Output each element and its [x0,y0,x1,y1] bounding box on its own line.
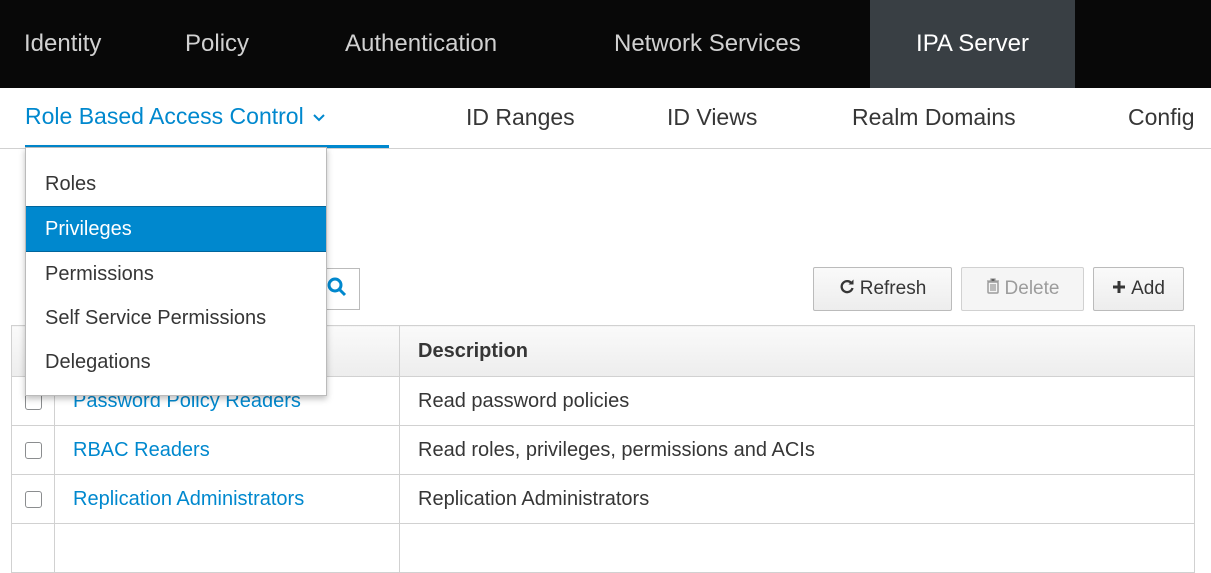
name-cell: RBAC Readers [54,425,400,475]
row-select-cell [11,474,55,524]
delete-button[interactable]: Delete [961,267,1084,311]
subnav-role-based-access-control[interactable]: Role Based Access Control [25,88,389,148]
rbac-dropdown-menu: Roles Privileges Permissions Self Servic… [25,147,327,396]
subnav-label: Role Based Access Control [25,103,304,129]
menu-item-privileges[interactable]: Privileges [26,206,326,252]
subnav-config[interactable]: Config [1128,88,1194,146]
menu-item-delegations[interactable]: Delegations [26,340,326,384]
description-cell [399,523,1195,573]
menu-item-permissions[interactable]: Permissions [26,252,326,296]
add-button[interactable]: Add [1093,267,1184,311]
description-cell: Read roles, privileges, permissions and … [399,425,1195,475]
refresh-button[interactable]: Refresh [813,267,952,311]
delete-label: Delete [1004,278,1060,299]
table-row [11,523,1195,573]
add-label: Add [1131,278,1165,299]
name-cell [54,523,400,573]
refresh-label: Refresh [859,278,927,299]
menu-item-roles[interactable]: Roles [26,162,326,206]
description-cell: Read password policies [399,376,1195,426]
menu-item-self-service-permissions[interactable]: Self Service Permissions [26,296,326,340]
row-select-cell [11,523,55,573]
search-icon[interactable] [327,277,347,302]
header-description[interactable]: Description [399,325,1195,377]
topnav-policy[interactable]: Policy [185,0,249,88]
privilege-link[interactable]: RBAC Readers [73,439,210,461]
subnav-id-ranges[interactable]: ID Ranges [466,88,575,146]
table-row: Replication Administrators Replication A… [11,474,1195,524]
trash-icon [986,278,1000,300]
table-row: RBAC Readers Read roles, privileges, per… [11,425,1195,475]
top-navigation: Identity Policy Authentication Network S… [0,0,1211,88]
description-cell: Replication Administrators [399,474,1195,524]
row-select-cell [11,425,55,475]
topnav-identity[interactable]: Identity [24,0,101,88]
plus-icon [1112,278,1126,300]
name-cell: Replication Administrators [54,474,400,524]
subnav-realm-domains[interactable]: Realm Domains [852,88,1016,146]
secondary-navigation: Role Based Access Control ID Ranges ID V… [0,88,1211,149]
subnav-id-views[interactable]: ID Views [667,88,757,146]
row-checkbox[interactable] [24,490,42,508]
row-checkbox[interactable] [24,441,42,459]
topnav-ipa-server[interactable]: IPA Server [870,0,1075,88]
topnav-authentication[interactable]: Authentication [345,0,497,88]
refresh-icon [839,278,855,300]
topnav-network-services[interactable]: Network Services [614,0,801,88]
chevron-down-icon [312,110,326,128]
privilege-link[interactable]: Replication Administrators [73,488,304,510]
